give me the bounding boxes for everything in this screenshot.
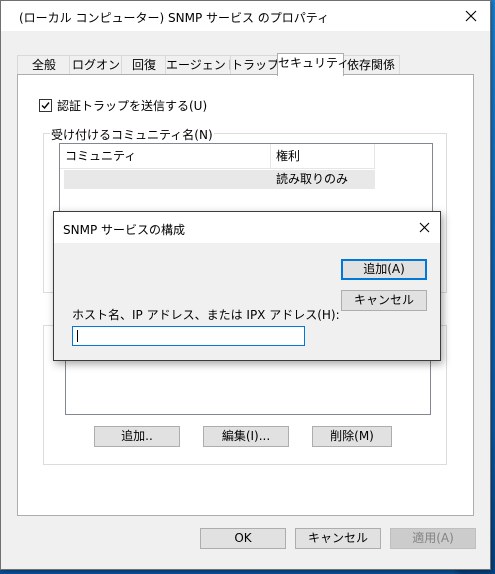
close-icon xyxy=(465,10,477,22)
tab-security[interactable]: セキュリティ xyxy=(277,53,349,76)
ok-button[interactable]: OK xyxy=(200,528,286,549)
tab-general[interactable]: 全般 xyxy=(17,55,71,75)
remove-host-button[interactable]: 削除(M) xyxy=(312,426,392,447)
send-auth-trap-label: 認証トラップを送信する(U) xyxy=(57,99,208,113)
send-auth-trap-checkbox[interactable]: 認証トラップを送信する(U) xyxy=(39,97,207,114)
host-address-input[interactable] xyxy=(72,326,305,346)
window-titlebar[interactable]: (ローカル コンピューター) SNMP サービス のプロパティ xyxy=(1,1,490,31)
tab-dependencies[interactable]: 依存関係 xyxy=(342,55,400,75)
tab-recovery[interactable]: 回復 xyxy=(121,55,167,75)
edit-host-button[interactable]: 編集(I)... xyxy=(203,426,289,447)
listview-header: コミュニティ 権利 xyxy=(60,144,375,169)
tab-agent[interactable]: エージェント xyxy=(165,55,238,75)
tab-traps[interactable]: トラップ xyxy=(230,55,279,75)
checkbox-box[interactable] xyxy=(39,99,52,112)
snmp-config-dialog: SNMP サービスの構成 追加(A) キャンセル ホスト名、IP アドレス、また… xyxy=(53,211,441,361)
column-header-community[interactable]: コミュニティ xyxy=(60,144,271,168)
communities-group-label: 受け付けるコミュニティ名(N) xyxy=(50,126,214,143)
window-close-button[interactable] xyxy=(460,5,482,27)
cancel-button[interactable]: キャンセル xyxy=(295,528,381,549)
dialog-add-button[interactable]: 追加(A) xyxy=(341,259,427,280)
dialog-titlebar[interactable]: SNMP サービスの構成 xyxy=(54,212,440,243)
window-title: (ローカル コンピューター) SNMP サービス のプロパティ xyxy=(19,11,330,25)
host-address-label: ホスト名、IP アドレス、または IPX アドレス(H): xyxy=(72,308,340,322)
text-caret xyxy=(77,330,78,342)
close-icon xyxy=(419,222,429,232)
dialog-cancel-button[interactable]: キャンセル xyxy=(341,290,427,311)
table-row[interactable]: 読み取りのみ xyxy=(64,170,375,189)
row-rights: 読み取りのみ xyxy=(276,172,349,186)
dialog-close-button[interactable] xyxy=(414,217,434,237)
column-header-rights[interactable]: 権利 xyxy=(271,144,375,168)
checkmark-icon xyxy=(41,102,50,110)
add-host-button[interactable]: 追加.. xyxy=(94,426,180,447)
apply-button[interactable]: 適用(A) xyxy=(390,528,476,549)
dialog-title: SNMP サービスの構成 xyxy=(63,223,185,237)
tab-logon[interactable]: ログオン xyxy=(69,55,123,75)
